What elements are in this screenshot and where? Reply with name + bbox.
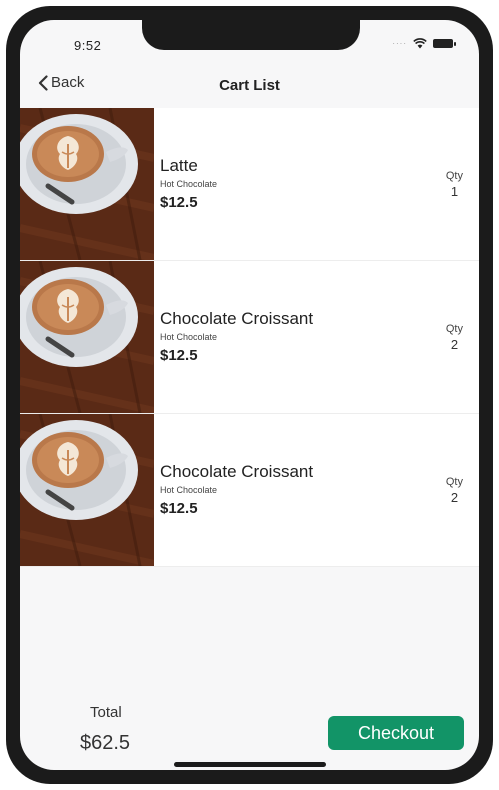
item-name: Chocolate Croissant <box>160 308 314 328</box>
wifi-icon <box>413 38 427 49</box>
nav-bar: Back Cart List <box>20 64 479 109</box>
item-thumbnail <box>20 261 154 413</box>
item-subtitle: Hot Chocolate <box>160 484 218 495</box>
qty-value: 2 <box>450 489 459 505</box>
item-name: Latte <box>160 155 198 175</box>
status-time: 9:52 <box>74 38 102 53</box>
screen: 9:52 ···· Back Cart List Latte Hot Choco… <box>20 20 479 770</box>
item-info: Chocolate Croissant Hot Chocolate $12.5 <box>160 414 313 566</box>
item-price: $12.5 <box>160 346 198 364</box>
item-subtitle: Hot Chocolate <box>160 331 218 342</box>
item-subtitle: Hot Chocolate <box>160 178 218 189</box>
qty-label: Qty <box>445 475 463 488</box>
item-price: $12.5 <box>160 499 198 517</box>
page-title: Cart List <box>219 77 280 94</box>
checkout-button[interactable]: Checkout <box>328 716 464 750</box>
battery-icon <box>433 39 456 48</box>
item-thumbnail <box>20 414 154 566</box>
signal-icon: ···· <box>392 39 407 48</box>
item-qty: Qty 2 <box>446 414 463 566</box>
item-info: Chocolate Croissant Hot Chocolate $12.5 <box>160 261 313 413</box>
qty-value: 2 <box>450 336 459 352</box>
cart-list: Latte Hot Chocolate $12.5 Qty 1 Chocolat… <box>20 108 479 567</box>
notch <box>142 20 360 50</box>
item-name: Chocolate Croissant <box>160 461 314 481</box>
item-qty: Qty 1 <box>446 108 463 260</box>
total-value: $62.5 <box>80 732 131 754</box>
cart-item[interactable]: Latte Hot Chocolate $12.5 Qty 1 <box>20 108 479 261</box>
item-qty: Qty 2 <box>446 261 463 413</box>
status-icons: ···· <box>392 38 456 49</box>
cart-item[interactable]: Chocolate Croissant Hot Chocolate $12.5 … <box>20 414 479 567</box>
home-indicator[interactable] <box>174 762 326 767</box>
qty-label: Qty <box>445 322 463 335</box>
latte-cup-image <box>20 108 154 260</box>
item-thumbnail <box>20 108 154 260</box>
item-info: Latte Hot Chocolate $12.5 <box>160 108 217 260</box>
cart-item[interactable]: Chocolate Croissant Hot Chocolate $12.5 … <box>20 261 479 414</box>
phone-frame: 9:52 ···· Back Cart List Latte Hot Choco… <box>6 6 493 784</box>
latte-cup-image <box>20 261 154 413</box>
qty-label: Qty <box>445 169 463 182</box>
qty-value: 1 <box>450 183 459 199</box>
item-price: $12.5 <box>160 193 198 211</box>
total-label: Total <box>90 704 122 721</box>
latte-cup-image <box>20 414 154 566</box>
